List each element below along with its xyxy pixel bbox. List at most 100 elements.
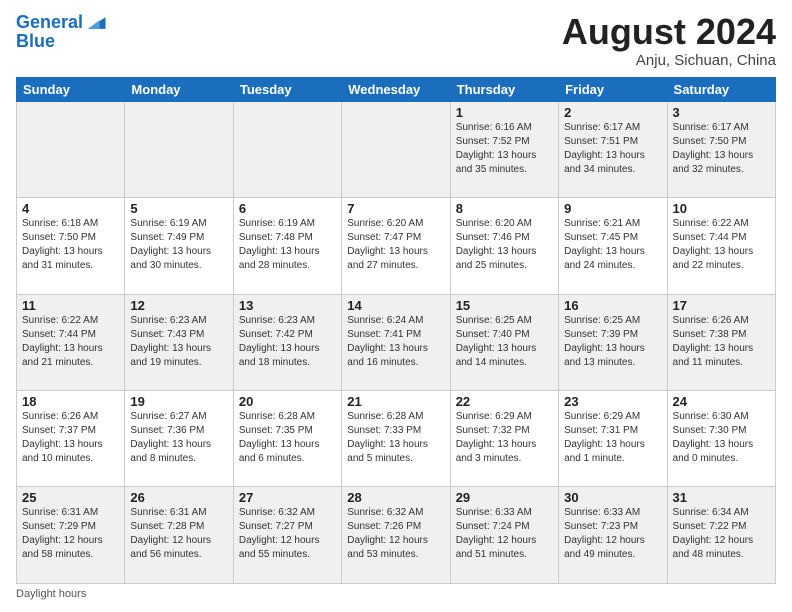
day-info: Sunrise: 6:25 AMSunset: 7:40 PMDaylight:… xyxy=(456,314,553,370)
day-cell: 12Sunrise: 6:23 AMSunset: 7:43 PMDayligh… xyxy=(125,294,233,390)
day-number: 20 xyxy=(239,394,336,409)
day-cell: 20Sunrise: 6:28 AMSunset: 7:35 PMDayligh… xyxy=(233,391,341,487)
day-info: Sunrise: 6:22 AMSunset: 7:44 PMDaylight:… xyxy=(22,314,119,370)
day-cell: 17Sunrise: 6:26 AMSunset: 7:38 PMDayligh… xyxy=(667,294,775,390)
day-number: 31 xyxy=(673,490,770,505)
day-cell: 26Sunrise: 6:31 AMSunset: 7:28 PMDayligh… xyxy=(125,487,233,584)
day-cell: 4Sunrise: 6:18 AMSunset: 7:50 PMDaylight… xyxy=(17,198,125,294)
day-header-friday: Friday xyxy=(559,77,667,101)
day-cell: 13Sunrise: 6:23 AMSunset: 7:42 PMDayligh… xyxy=(233,294,341,390)
day-number: 3 xyxy=(673,105,770,120)
day-cell: 1Sunrise: 6:16 AMSunset: 7:52 PMDaylight… xyxy=(450,101,558,197)
day-number: 27 xyxy=(239,490,336,505)
day-info: Sunrise: 6:34 AMSunset: 7:22 PMDaylight:… xyxy=(673,506,770,562)
header: General Blue August 2024 Anju, Sichuan, … xyxy=(16,12,776,69)
day-cell: 23Sunrise: 6:29 AMSunset: 7:31 PMDayligh… xyxy=(559,391,667,487)
day-cell: 24Sunrise: 6:30 AMSunset: 7:30 PMDayligh… xyxy=(667,391,775,487)
day-number: 1 xyxy=(456,105,553,120)
day-info: Sunrise: 6:23 AMSunset: 7:43 PMDaylight:… xyxy=(130,314,227,370)
day-number: 4 xyxy=(22,201,119,216)
day-info: Sunrise: 6:31 AMSunset: 7:29 PMDaylight:… xyxy=(22,506,119,562)
day-info: Sunrise: 6:24 AMSunset: 7:41 PMDaylight:… xyxy=(347,314,444,370)
day-number: 17 xyxy=(673,298,770,313)
day-cell: 29Sunrise: 6:33 AMSunset: 7:24 PMDayligh… xyxy=(450,487,558,584)
day-info: Sunrise: 6:18 AMSunset: 7:50 PMDaylight:… xyxy=(22,217,119,273)
day-number: 24 xyxy=(673,394,770,409)
day-number: 26 xyxy=(130,490,227,505)
title-block: August 2024 Anju, Sichuan, China xyxy=(562,12,776,69)
day-number: 19 xyxy=(130,394,227,409)
day-cell: 21Sunrise: 6:28 AMSunset: 7:33 PMDayligh… xyxy=(342,391,450,487)
day-number: 13 xyxy=(239,298,336,313)
day-info: Sunrise: 6:20 AMSunset: 7:46 PMDaylight:… xyxy=(456,217,553,273)
day-number: 11 xyxy=(22,298,119,313)
day-number: 15 xyxy=(456,298,553,313)
day-cell: 8Sunrise: 6:20 AMSunset: 7:46 PMDaylight… xyxy=(450,198,558,294)
week-row-2: 11Sunrise: 6:22 AMSunset: 7:44 PMDayligh… xyxy=(17,294,776,390)
day-number: 6 xyxy=(239,201,336,216)
day-info: Sunrise: 6:30 AMSunset: 7:30 PMDaylight:… xyxy=(673,410,770,466)
day-cell: 14Sunrise: 6:24 AMSunset: 7:41 PMDayligh… xyxy=(342,294,450,390)
day-number: 2 xyxy=(564,105,661,120)
footer-label: Daylight hours xyxy=(16,588,86,600)
day-number: 28 xyxy=(347,490,444,505)
day-number: 14 xyxy=(347,298,444,313)
day-cell: 7Sunrise: 6:20 AMSunset: 7:47 PMDaylight… xyxy=(342,198,450,294)
week-row-3: 18Sunrise: 6:26 AMSunset: 7:37 PMDayligh… xyxy=(17,391,776,487)
page: General Blue August 2024 Anju, Sichuan, … xyxy=(0,0,792,612)
day-cell xyxy=(342,101,450,197)
day-cell: 28Sunrise: 6:32 AMSunset: 7:26 PMDayligh… xyxy=(342,487,450,584)
day-cell: 6Sunrise: 6:19 AMSunset: 7:48 PMDaylight… xyxy=(233,198,341,294)
day-info: Sunrise: 6:21 AMSunset: 7:45 PMDaylight:… xyxy=(564,217,661,273)
day-info: Sunrise: 6:22 AMSunset: 7:44 PMDaylight:… xyxy=(673,217,770,273)
day-number: 16 xyxy=(564,298,661,313)
calendar: SundayMondayTuesdayWednesdayThursdayFrid… xyxy=(16,77,776,584)
day-cell: 31Sunrise: 6:34 AMSunset: 7:22 PMDayligh… xyxy=(667,487,775,584)
day-cell: 25Sunrise: 6:31 AMSunset: 7:29 PMDayligh… xyxy=(17,487,125,584)
day-number: 25 xyxy=(22,490,119,505)
logo: General Blue xyxy=(16,12,107,52)
day-cell: 15Sunrise: 6:25 AMSunset: 7:40 PMDayligh… xyxy=(450,294,558,390)
day-cell: 9Sunrise: 6:21 AMSunset: 7:45 PMDaylight… xyxy=(559,198,667,294)
day-header-saturday: Saturday xyxy=(667,77,775,101)
day-info: Sunrise: 6:16 AMSunset: 7:52 PMDaylight:… xyxy=(456,121,553,177)
day-number: 22 xyxy=(456,394,553,409)
day-header-sunday: Sunday xyxy=(17,77,125,101)
day-number: 21 xyxy=(347,394,444,409)
day-cell: 27Sunrise: 6:32 AMSunset: 7:27 PMDayligh… xyxy=(233,487,341,584)
day-info: Sunrise: 6:19 AMSunset: 7:49 PMDaylight:… xyxy=(130,217,227,273)
day-info: Sunrise: 6:29 AMSunset: 7:31 PMDaylight:… xyxy=(564,410,661,466)
day-cell: 16Sunrise: 6:25 AMSunset: 7:39 PMDayligh… xyxy=(559,294,667,390)
day-number: 10 xyxy=(673,201,770,216)
week-row-4: 25Sunrise: 6:31 AMSunset: 7:29 PMDayligh… xyxy=(17,487,776,584)
day-info: Sunrise: 6:32 AMSunset: 7:26 PMDaylight:… xyxy=(347,506,444,562)
day-cell xyxy=(125,101,233,197)
logo-text2: Blue xyxy=(16,32,55,52)
day-info: Sunrise: 6:20 AMSunset: 7:47 PMDaylight:… xyxy=(347,217,444,273)
day-info: Sunrise: 6:23 AMSunset: 7:42 PMDaylight:… xyxy=(239,314,336,370)
day-cell: 5Sunrise: 6:19 AMSunset: 7:49 PMDaylight… xyxy=(125,198,233,294)
logo-icon xyxy=(85,12,107,34)
day-cell: 30Sunrise: 6:33 AMSunset: 7:23 PMDayligh… xyxy=(559,487,667,584)
day-header-thursday: Thursday xyxy=(450,77,558,101)
day-header-tuesday: Tuesday xyxy=(233,77,341,101)
footer: Daylight hours xyxy=(16,588,776,600)
day-info: Sunrise: 6:17 AMSunset: 7:51 PMDaylight:… xyxy=(564,121,661,177)
header-row: SundayMondayTuesdayWednesdayThursdayFrid… xyxy=(17,77,776,101)
logo-text: General xyxy=(16,13,83,33)
day-number: 5 xyxy=(130,201,227,216)
location: Anju, Sichuan, China xyxy=(562,52,776,69)
day-info: Sunrise: 6:31 AMSunset: 7:28 PMDaylight:… xyxy=(130,506,227,562)
week-row-1: 4Sunrise: 6:18 AMSunset: 7:50 PMDaylight… xyxy=(17,198,776,294)
day-info: Sunrise: 6:26 AMSunset: 7:37 PMDaylight:… xyxy=(22,410,119,466)
day-cell: 2Sunrise: 6:17 AMSunset: 7:51 PMDaylight… xyxy=(559,101,667,197)
day-cell xyxy=(233,101,341,197)
day-number: 30 xyxy=(564,490,661,505)
day-number: 23 xyxy=(564,394,661,409)
day-header-wednesday: Wednesday xyxy=(342,77,450,101)
day-info: Sunrise: 6:28 AMSunset: 7:35 PMDaylight:… xyxy=(239,410,336,466)
day-info: Sunrise: 6:25 AMSunset: 7:39 PMDaylight:… xyxy=(564,314,661,370)
day-info: Sunrise: 6:19 AMSunset: 7:48 PMDaylight:… xyxy=(239,217,336,273)
day-info: Sunrise: 6:28 AMSunset: 7:33 PMDaylight:… xyxy=(347,410,444,466)
day-number: 7 xyxy=(347,201,444,216)
